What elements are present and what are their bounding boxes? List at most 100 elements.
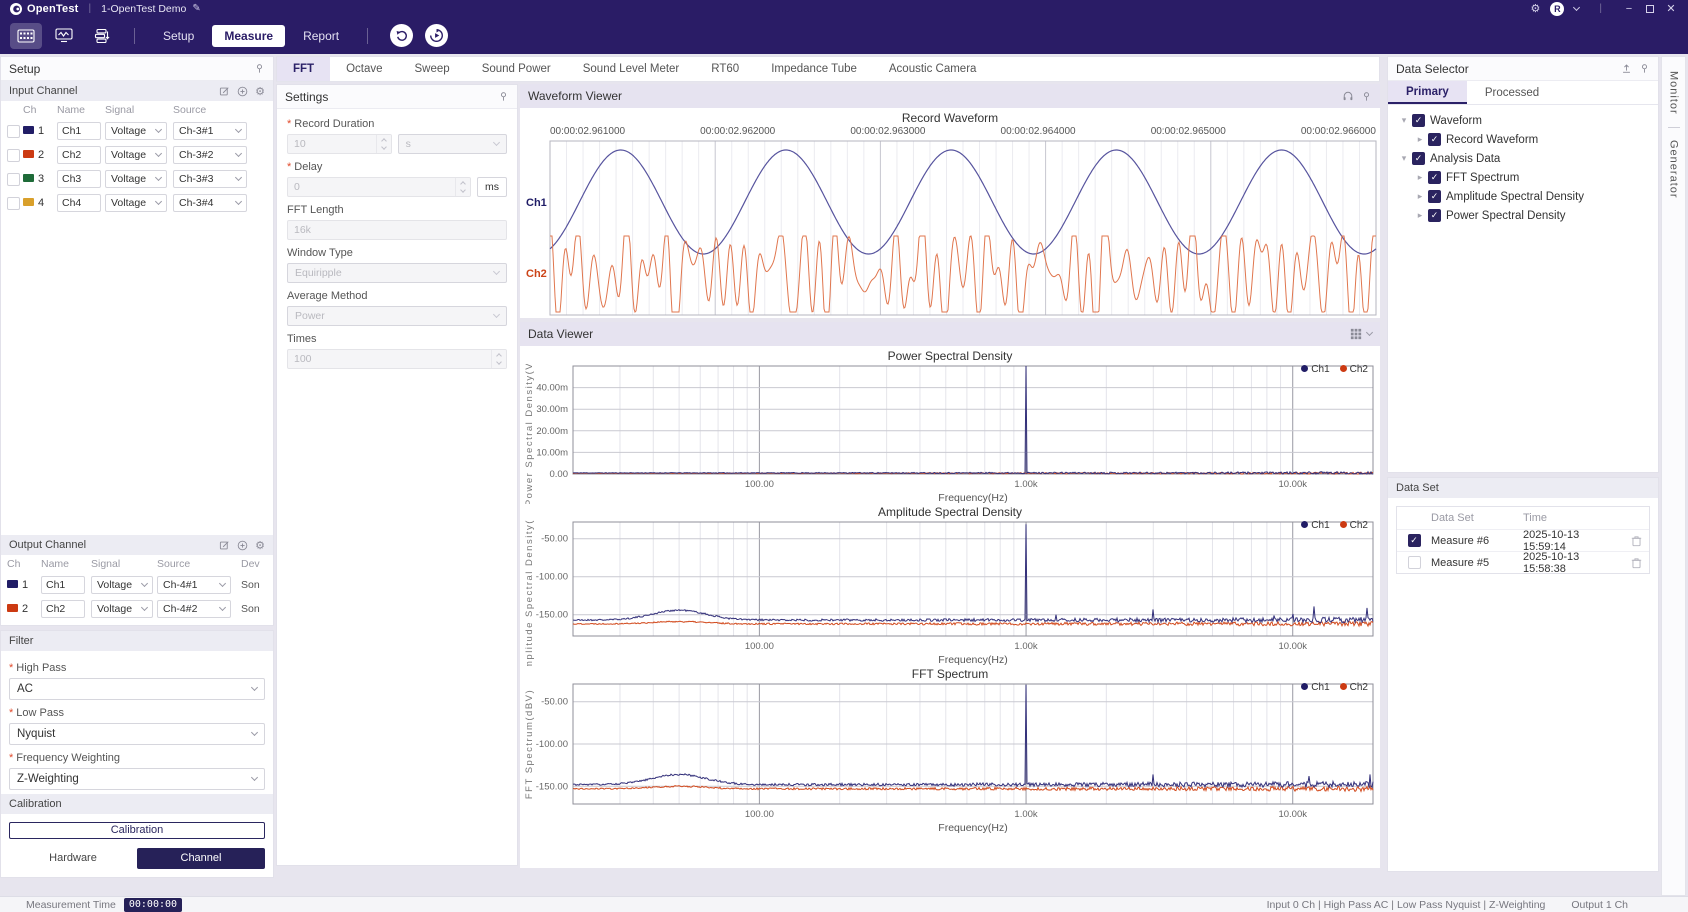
- data-selector-tab-processed[interactable]: Processed: [1467, 81, 1557, 104]
- pin-icon[interactable]: [254, 63, 265, 74]
- tab-sound-level-meter[interactable]: Sound Level Meter: [567, 57, 696, 81]
- calibration-mode-channel[interactable]: Channel: [137, 848, 265, 869]
- chevron-down-icon[interactable]: [1366, 329, 1373, 336]
- add-channel-icon[interactable]: [237, 86, 248, 97]
- average-method-select[interactable]: Power: [287, 306, 507, 326]
- data-set-checkbox[interactable]: ✓: [1408, 534, 1421, 547]
- delay-input[interactable]: 0: [287, 177, 471, 197]
- channel-source-select[interactable]: Ch-3#3: [173, 170, 247, 188]
- record-duration-unit-select[interactable]: s: [398, 134, 507, 154]
- stepper-icon[interactable]: [491, 350, 506, 368]
- settings-gear-icon[interactable]: ⚙: [1531, 2, 1541, 15]
- channel-signal-select[interactable]: Voltage: [105, 122, 167, 140]
- edit-channels-icon[interactable]: [219, 86, 230, 97]
- record-waveform-chart[interactable]: Ch1Ch2: [522, 140, 1378, 316]
- tree-label[interactable]: FFT Spectrum: [1446, 172, 1519, 184]
- tab-rt60[interactable]: RT60: [695, 57, 755, 81]
- monitor-view-button[interactable]: [48, 23, 80, 49]
- record-duration-input[interactable]: 10: [287, 134, 392, 154]
- times-input[interactable]: 100: [287, 349, 507, 369]
- channel-source-select[interactable]: Ch-4#1: [157, 576, 231, 594]
- listen-headphones-icon[interactable]: [1342, 90, 1354, 102]
- channel-name-input[interactable]: [57, 122, 101, 140]
- tree-label[interactable]: Amplitude Spectral Density: [1446, 191, 1584, 203]
- tree-label[interactable]: Power Spectral Density: [1446, 210, 1566, 222]
- channel-name-input[interactable]: [57, 194, 101, 212]
- channel-source-select[interactable]: Ch-3#4: [173, 194, 247, 212]
- channel-signal-select[interactable]: Voltage: [105, 170, 167, 188]
- channel-table-view-button[interactable]: [10, 23, 42, 49]
- calibration-button[interactable]: Calibration: [9, 822, 265, 839]
- tab-acoustic-camera[interactable]: Acoustic Camera: [873, 57, 993, 81]
- restart-measure-button[interactable]: [425, 24, 448, 47]
- tree-caret-icon[interactable]: ▾: [1398, 153, 1410, 164]
- close-button[interactable]: ✕: [1664, 2, 1678, 15]
- tab-monitor[interactable]: Monitor: [1668, 67, 1680, 119]
- input-channel-checkbox[interactable]: [7, 173, 20, 186]
- user-avatar[interactable]: R: [1550, 2, 1564, 16]
- stepper-icon[interactable]: [376, 135, 391, 153]
- filter-high-pass-select[interactable]: AC: [9, 678, 265, 700]
- tab-generator[interactable]: Generator: [1668, 136, 1680, 203]
- tree-caret-icon[interactable]: ▾: [1398, 115, 1410, 126]
- channel-settings-gear-icon[interactable]: ⚙: [255, 539, 265, 552]
- input-channel-checkbox[interactable]: [7, 149, 20, 162]
- channel-settings-gear-icon[interactable]: ⚙: [255, 85, 265, 98]
- minimize-button[interactable]: −: [1622, 3, 1636, 15]
- delete-data-set-icon[interactable]: [1623, 535, 1649, 547]
- tree-checkbox[interactable]: ✓: [1428, 171, 1441, 184]
- user-menu-chevron-icon[interactable]: [1573, 4, 1580, 11]
- amplitude_spectral_density-plot[interactable]: -50.00-100.00-150.00100.001.00k10.00kFre…: [520, 520, 1376, 666]
- tree-label[interactable]: Analysis Data: [1430, 153, 1500, 165]
- fft-length-input[interactable]: 16k: [287, 220, 507, 240]
- tab-sound-power[interactable]: Sound Power: [466, 57, 567, 81]
- data-set-row[interactable]: Measure #52025-10-13 15:58:38: [1397, 551, 1649, 573]
- filter-frequency-weighting-select[interactable]: Z-Weighting: [9, 768, 265, 790]
- stepper-icon[interactable]: [455, 178, 470, 196]
- input-channel-checkbox[interactable]: [7, 197, 20, 210]
- maximize-button[interactable]: [1646, 5, 1654, 13]
- fft_spectrum-plot[interactable]: -50.00-100.00-150.00100.001.00k10.00kFre…: [520, 682, 1376, 834]
- tree-checkbox[interactable]: ✓: [1412, 152, 1425, 165]
- tree-label[interactable]: Waveform: [1430, 115, 1482, 127]
- nav-report[interactable]: Report: [291, 25, 351, 47]
- input-channel-checkbox[interactable]: [7, 125, 20, 138]
- tree-checkbox[interactable]: ✓: [1412, 114, 1425, 127]
- channel-source-select[interactable]: Ch-3#2: [173, 146, 247, 164]
- layout-grid-icon[interactable]: [1350, 328, 1362, 340]
- calibration-mode-hardware[interactable]: Hardware: [9, 848, 137, 869]
- tree-caret-icon[interactable]: ▸: [1414, 172, 1426, 183]
- channel-name-input[interactable]: [41, 600, 85, 618]
- channel-signal-select[interactable]: Voltage: [105, 194, 167, 212]
- tree-label[interactable]: Record Waveform: [1446, 134, 1538, 146]
- tab-octave[interactable]: Octave: [330, 57, 398, 81]
- channel-signal-select[interactable]: Voltage: [91, 576, 153, 594]
- channel-signal-select[interactable]: Voltage: [105, 146, 167, 164]
- tab-fft[interactable]: FFT: [277, 57, 330, 81]
- export-icon[interactable]: [1621, 63, 1632, 74]
- tree-caret-icon[interactable]: ▸: [1414, 134, 1426, 145]
- power_spectral_density-plot[interactable]: 0.0010.00m20.00m30.00m40.00m100.001.00k1…: [520, 364, 1376, 504]
- channel-name-input[interactable]: [57, 170, 101, 188]
- pin-icon[interactable]: [498, 91, 509, 102]
- tab-impedance-tube[interactable]: Impedance Tube: [755, 57, 873, 81]
- data-set-row[interactable]: ✓Measure #62025-10-13 15:59:14: [1397, 529, 1649, 551]
- nav-setup[interactable]: Setup: [151, 25, 206, 47]
- undo-button[interactable]: [390, 24, 413, 47]
- filter-low-pass-select[interactable]: Nyquist: [9, 723, 265, 745]
- tree-caret-icon[interactable]: ▸: [1414, 210, 1426, 221]
- tree-checkbox[interactable]: ✓: [1428, 209, 1441, 222]
- tab-sweep[interactable]: Sweep: [399, 57, 466, 81]
- sequence-view-button[interactable]: [86, 23, 118, 49]
- window-type-select[interactable]: Equiripple: [287, 263, 507, 283]
- channel-name-input[interactable]: [41, 576, 85, 594]
- tree-caret-icon[interactable]: ▸: [1414, 191, 1426, 202]
- channel-source-select[interactable]: Ch-4#2: [157, 600, 231, 618]
- channel-signal-select[interactable]: Voltage: [91, 600, 153, 618]
- edit-channels-icon[interactable]: [219, 540, 230, 551]
- delete-data-set-icon[interactable]: [1623, 557, 1649, 569]
- pin-icon[interactable]: [1361, 91, 1372, 102]
- channel-source-select[interactable]: Ch-3#1: [173, 122, 247, 140]
- data-set-checkbox[interactable]: [1408, 556, 1421, 569]
- tree-checkbox[interactable]: ✓: [1428, 190, 1441, 203]
